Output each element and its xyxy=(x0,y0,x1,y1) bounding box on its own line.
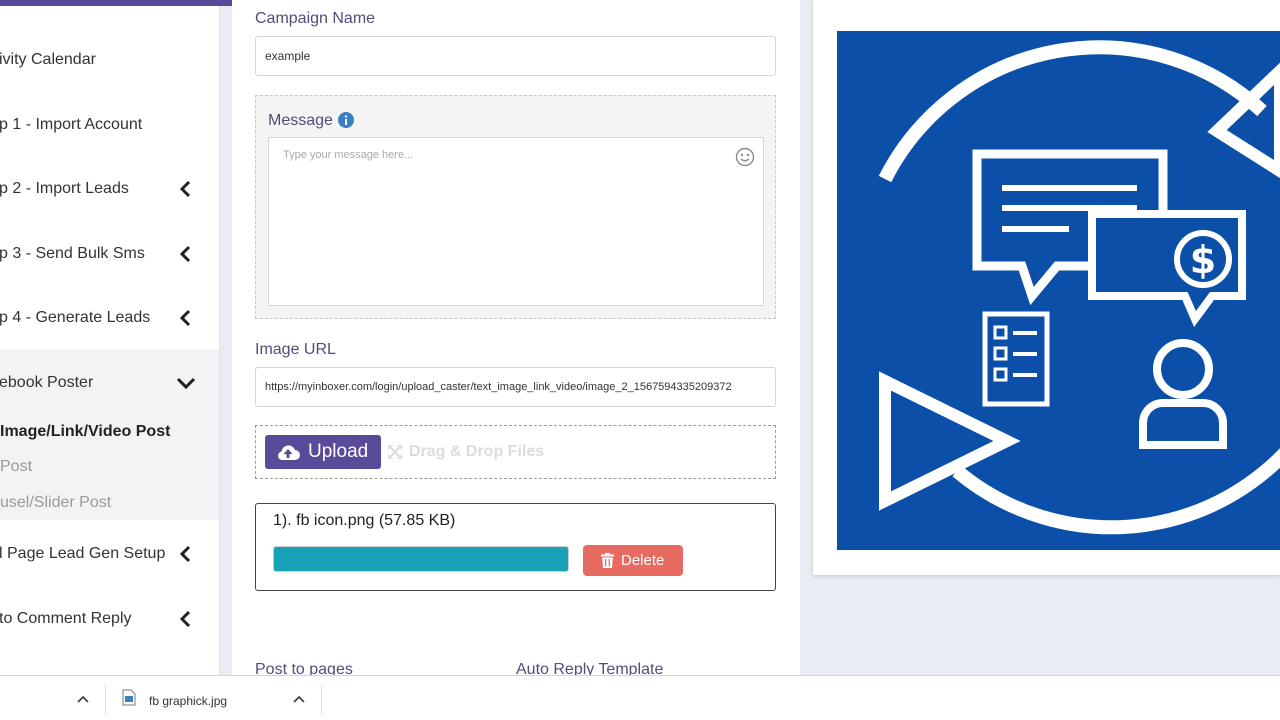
sidebar-item-label: p 1 - Import Account xyxy=(0,116,143,133)
cloud-upload-icon xyxy=(278,445,300,460)
preview-card: $ xyxy=(813,0,1280,575)
drag-drop-label: Drag & Drop Files xyxy=(409,443,545,460)
campaign-name-input[interactable]: example xyxy=(255,36,776,76)
download-separator xyxy=(105,684,106,714)
trash-icon xyxy=(601,553,614,568)
caret-up-icon[interactable] xyxy=(292,692,306,706)
sidebar-item-activity-calendar[interactable]: ivity Calendar xyxy=(0,40,219,80)
sidebar-item-facebook-poster[interactable]: ebook Poster xyxy=(0,363,219,403)
sidebar-item-label: ivity Calendar xyxy=(0,51,96,68)
move-icon xyxy=(388,445,402,459)
chevron-left-icon xyxy=(179,180,191,198)
info-icon[interactable] xyxy=(338,112,354,128)
delete-button-label: Delete xyxy=(621,552,665,569)
sidebar-item-label: p 3 - Send Bulk Sms xyxy=(0,245,145,262)
submenu-item-image-link-video-post[interactable]: Image/Link/Video Post xyxy=(0,423,170,441)
sidebar-item-step-4[interactable]: p 4 - Generate Leads xyxy=(0,298,219,338)
sidebar-item-auto-comment-reply[interactable]: to Comment Reply xyxy=(0,599,219,639)
sidebar-item-label: ebook Poster xyxy=(0,374,94,391)
sidebar-top-accent xyxy=(0,0,232,6)
chevron-left-icon xyxy=(179,610,191,628)
chevron-left-icon xyxy=(179,245,191,263)
uploaded-file-name: 1). fb icon.png (57.85 KB) xyxy=(273,512,456,529)
image-url-label: Image URL xyxy=(255,341,336,358)
download-file-name[interactable]: fb graphick.jpg xyxy=(149,694,227,708)
chevron-left-icon xyxy=(179,545,191,563)
message-textarea[interactable]: Type your message here... xyxy=(268,137,764,306)
chevron-left-icon xyxy=(179,309,191,327)
upload-button-label: Upload xyxy=(308,441,369,462)
sidebar: ivity Calendar p 1 - Import Account p 2 … xyxy=(0,0,220,675)
sidebar-item-step-3[interactable]: p 3 - Send Bulk Sms xyxy=(0,234,219,274)
sidebar-item-label: to Comment Reply xyxy=(0,610,132,627)
upload-progress-fill xyxy=(274,547,568,571)
submenu-item-carousel-slider-post[interactable]: usel/Slider Post xyxy=(0,494,111,512)
caret-up-icon[interactable] xyxy=(76,692,90,706)
delete-button[interactable]: Delete xyxy=(583,545,683,576)
sidebar-item-label: p 2 - Import Leads xyxy=(0,180,129,197)
panel-gutter xyxy=(800,0,813,675)
sidebar-item-label: l Page Lead Gen Setup xyxy=(0,545,166,562)
submenu-item-post[interactable]: Post xyxy=(0,458,32,476)
sidebar-item-step-2[interactable]: p 2 - Import Leads xyxy=(0,169,219,209)
sidebar-item-lead-gen-setup[interactable]: l Page Lead Gen Setup xyxy=(0,534,219,574)
messaging-graphic-icon: $ xyxy=(878,40,1280,535)
image-file-icon xyxy=(122,689,136,706)
message-placeholder: Type your message here... xyxy=(283,149,414,161)
sidebar-item-label: p 4 - Generate Leads xyxy=(0,309,151,326)
sidebar-item-step-1[interactable]: p 1 - Import Account xyxy=(0,105,219,145)
chevron-down-icon xyxy=(176,377,196,390)
smiley-icon[interactable] xyxy=(735,147,755,167)
image-url-input[interactable]: https://myinboxer.com/login/upload_caste… xyxy=(255,367,776,407)
download-bar: fb graphick.jpg xyxy=(0,675,1280,720)
message-label: Message xyxy=(268,112,333,129)
upload-progress-bar xyxy=(273,546,569,572)
upload-button[interactable]: Upload xyxy=(265,435,381,469)
download-separator xyxy=(321,684,322,714)
svg-text:$: $ xyxy=(1190,238,1216,282)
campaign-name-label: Campaign Name xyxy=(255,10,376,27)
preview-image: $ xyxy=(837,31,1280,550)
